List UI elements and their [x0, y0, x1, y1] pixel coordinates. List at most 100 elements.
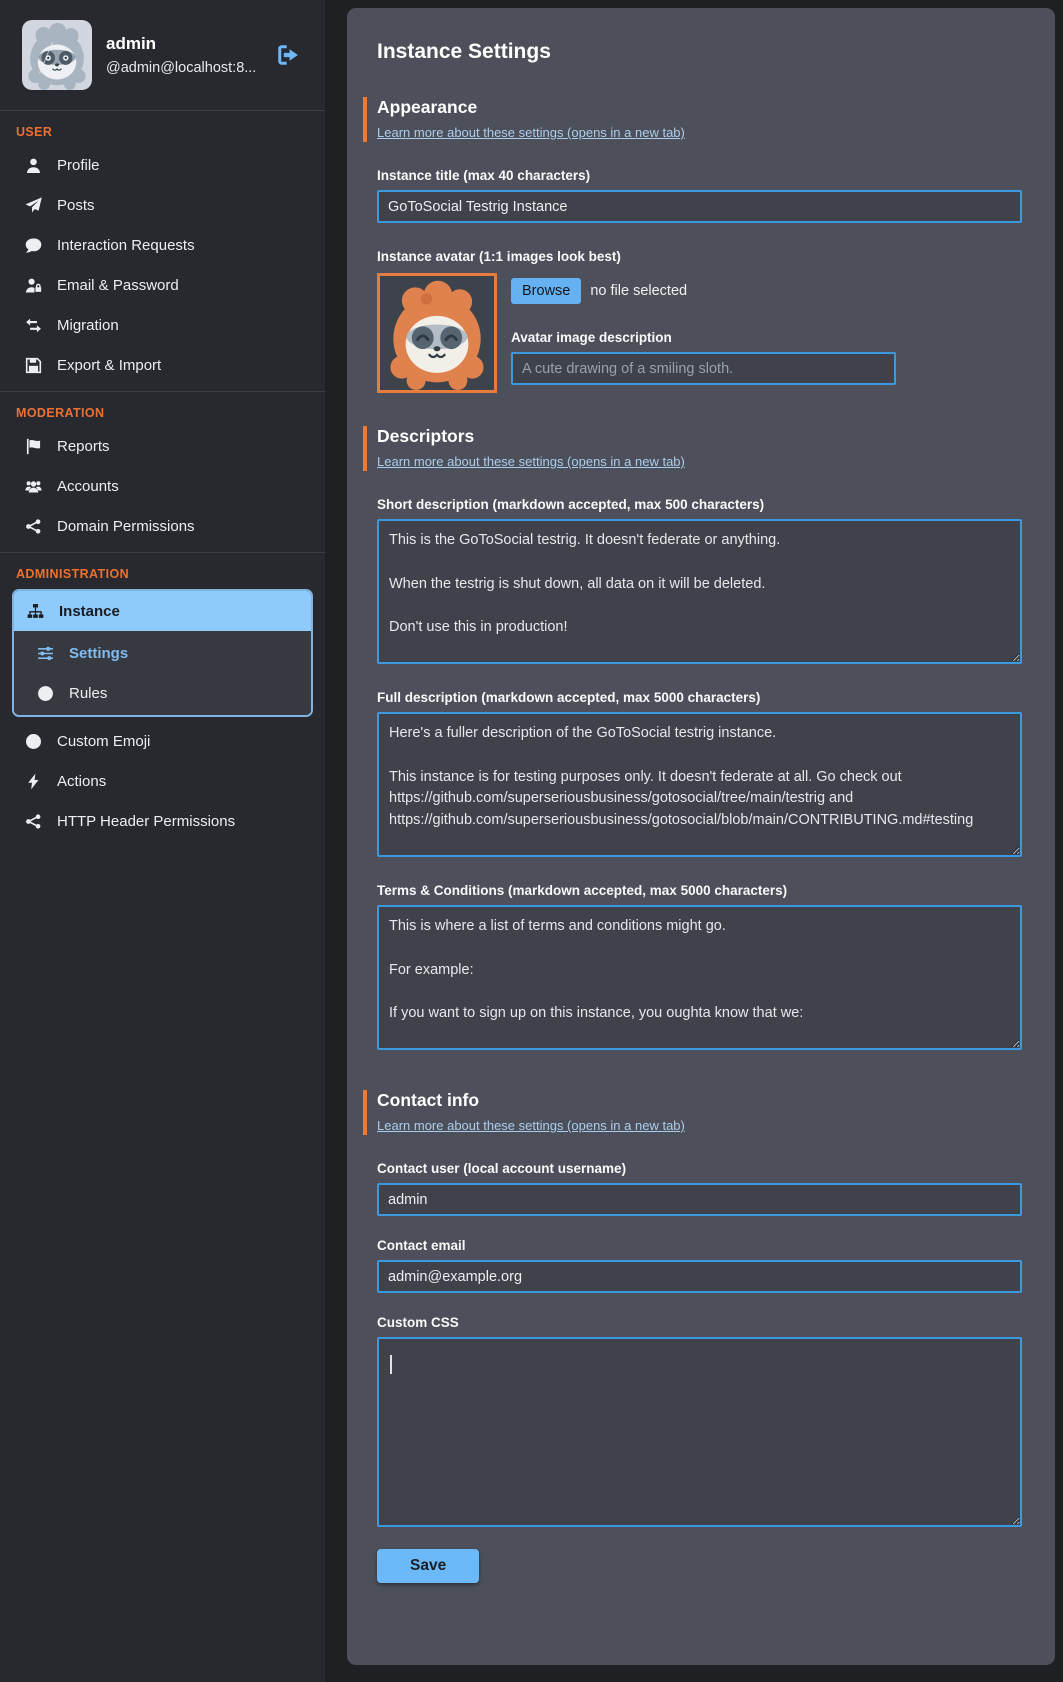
users-icon	[24, 477, 42, 495]
full-description-field: Full description (markdown accepted, max…	[377, 690, 1022, 857]
user-meta: admin @admin@localhost:8...	[106, 34, 259, 76]
avatar-description-label: Avatar image description	[511, 330, 1022, 345]
contact-docs-link[interactable]: Learn more about these settings (opens i…	[377, 1118, 685, 1133]
contact-heading: Contact info	[377, 1090, 1022, 1111]
sidebar-section-moderation: MODERATION Reports Accounts Domain Permi…	[0, 391, 325, 546]
instance-avatar-field: Instance avatar (1:1 images look best)	[377, 249, 1022, 393]
swap-arrows-icon	[24, 316, 42, 334]
sidebar-item-http-header-permissions[interactable]: HTTP Header Permissions	[0, 801, 325, 841]
short-description-field: Short description (markdown accepted, ma…	[377, 497, 1022, 664]
terms-field: Terms & Conditions (markdown accepted, m…	[377, 883, 1022, 1050]
instance-title-input[interactable]	[377, 190, 1022, 223]
user-handle: @admin@localhost:8...	[106, 60, 259, 76]
sidebar-item-label: Domain Permissions	[57, 518, 195, 535]
sliders-icon	[36, 644, 54, 662]
appearance-heading: Appearance	[377, 97, 1022, 118]
sidebar-item-instance-settings[interactable]: Settings	[14, 633, 311, 673]
appearance-docs-link[interactable]: Learn more about these settings (opens i…	[377, 125, 685, 140]
sidebar-item-domain-permissions[interactable]: Domain Permissions	[0, 506, 325, 546]
descriptors-docs-link[interactable]: Learn more about these settings (opens i…	[377, 454, 685, 469]
contact-section-header: Contact info Learn more about these sett…	[363, 1090, 1022, 1135]
comment-dots-icon	[24, 236, 42, 254]
browse-button[interactable]: Browse	[511, 278, 581, 304]
logout-button[interactable]	[273, 40, 303, 70]
instance-avatar-label: Instance avatar (1:1 images look best)	[377, 249, 1022, 264]
sidebar-item-interaction-requests[interactable]: Interaction Requests	[0, 225, 325, 265]
contact-user-label: Contact user (local account username)	[377, 1161, 1022, 1176]
appearance-section-header: Appearance Learn more about these settin…	[363, 97, 1022, 142]
contact-email-input[interactable]	[377, 1260, 1022, 1293]
sidebar-section-moderation-label: MODERATION	[0, 396, 325, 426]
circle-dot-icon	[36, 684, 54, 702]
sidebar-item-label: Email & Password	[57, 277, 179, 294]
bolt-icon	[24, 772, 42, 790]
descriptors-section-header: Descriptors Learn more about these setti…	[363, 426, 1022, 471]
paper-plane-icon	[24, 196, 42, 214]
sidebar-item-export-import[interactable]: Export & Import	[0, 345, 325, 385]
sidebar-item-posts[interactable]: Posts	[0, 185, 325, 225]
short-description-textarea[interactable]: This is the GoToSocial testrig. It doesn…	[377, 519, 1022, 664]
sidebar-item-accounts[interactable]: Accounts	[0, 466, 325, 506]
sidebar-item-label: Reports	[57, 438, 110, 455]
sidebar-item-label: Instance	[59, 603, 120, 620]
contact-user-field: Contact user (local account username)	[377, 1161, 1022, 1216]
instance-submenu: Settings Rules	[14, 631, 311, 715]
username: admin	[106, 34, 259, 54]
sidebar-section-user-label: USER	[0, 115, 325, 145]
user-lock-icon	[24, 276, 42, 294]
instance-settings-panel: Instance Settings Appearance Learn more …	[347, 8, 1055, 1665]
custom-css-field: Custom CSS	[377, 1315, 1022, 1527]
terms-label: Terms & Conditions (markdown accepted, m…	[377, 883, 1022, 898]
custom-css-textarea[interactable]	[377, 1337, 1022, 1527]
sidebar-section-user: USER Profile Posts Interaction Requests …	[0, 110, 325, 385]
sidebar-section-administration-label: ADMINISTRATION	[0, 557, 325, 587]
full-description-textarea[interactable]: Here's a fuller description of the GoToS…	[377, 712, 1022, 857]
sidebar-item-label: Settings	[69, 645, 128, 662]
descriptors-heading: Descriptors	[377, 426, 1022, 447]
sidebar-item-label: Profile	[57, 157, 100, 174]
sidebar-item-migration[interactable]: Migration	[0, 305, 325, 345]
terms-textarea[interactable]: This is where a list of terms and condit…	[377, 905, 1022, 1050]
sidebar-item-actions[interactable]: Actions	[0, 761, 325, 801]
full-description-label: Full description (markdown accepted, max…	[377, 690, 1022, 705]
sidebar-item-email-password[interactable]: Email & Password	[0, 265, 325, 305]
sidebar-item-label: Actions	[57, 773, 106, 790]
instance-title-field: Instance title (max 40 characters)	[377, 168, 1022, 223]
avatar-description-input[interactable]	[511, 352, 896, 385]
user-icon	[24, 156, 42, 174]
floppy-disk-icon	[24, 356, 42, 374]
file-status-text: no file selected	[590, 283, 687, 299]
sidebar-item-label: Export & Import	[57, 357, 161, 374]
smiley-icon	[24, 732, 42, 750]
instance-avatar-preview	[377, 273, 497, 393]
sidebar-item-label: Migration	[57, 317, 119, 334]
contact-email-field: Contact email	[377, 1238, 1022, 1293]
sidebar-item-label: Custom Emoji	[57, 733, 150, 750]
user-avatar	[22, 20, 92, 90]
custom-css-label: Custom CSS	[377, 1315, 1022, 1330]
contact-user-input[interactable]	[377, 1183, 1022, 1216]
instance-title-label: Instance title (max 40 characters)	[377, 168, 1022, 183]
sidebar-item-label: Accounts	[57, 478, 119, 495]
sidebar-item-profile[interactable]: Profile	[0, 145, 325, 185]
sidebar-section-administration: ADMINISTRATION Instance Settings Rules C…	[0, 552, 325, 841]
flag-icon	[24, 437, 42, 455]
sidebar-item-label: Rules	[69, 685, 107, 702]
sidebar-item-label: Interaction Requests	[57, 237, 195, 254]
share-nodes-icon	[24, 812, 42, 830]
page-title: Instance Settings	[377, 8, 1022, 64]
text-cursor	[390, 1355, 392, 1374]
sidebar: admin @admin@localhost:8... USER Profile…	[0, 0, 325, 1682]
sidebar-item-instance-rules[interactable]: Rules	[14, 673, 311, 713]
user-card: admin @admin@localhost:8...	[0, 0, 325, 110]
contact-email-label: Contact email	[377, 1238, 1022, 1253]
sitemap-icon	[26, 602, 44, 620]
instance-nav-block: Instance Settings Rules	[12, 589, 313, 717]
sidebar-item-reports[interactable]: Reports	[0, 426, 325, 466]
sidebar-item-label: Posts	[57, 197, 95, 214]
sidebar-item-instance[interactable]: Instance	[14, 591, 311, 631]
short-description-label: Short description (markdown accepted, ma…	[377, 497, 1022, 512]
share-nodes-icon	[24, 517, 42, 535]
save-button[interactable]: Save	[377, 1549, 479, 1583]
sidebar-item-custom-emoji[interactable]: Custom Emoji	[0, 721, 325, 761]
